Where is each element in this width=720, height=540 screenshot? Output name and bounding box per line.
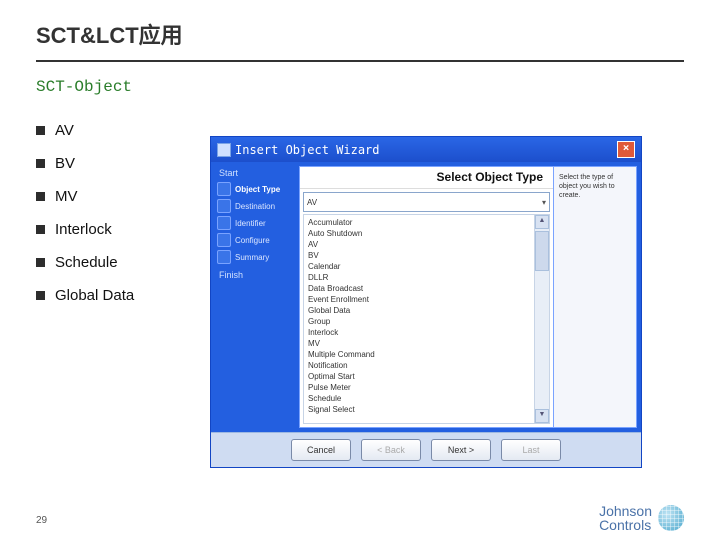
- object-type-list[interactable]: Accumulator Auto Shutdown AV BV Calendar…: [304, 215, 534, 423]
- list-item[interactable]: Multiple Command: [304, 349, 534, 360]
- wizard-step[interactable]: Object Type: [217, 182, 299, 196]
- wizard-steps: Start Object Type Destination Identifier…: [211, 162, 299, 432]
- step-icon: [217, 199, 231, 213]
- select-value: AV: [307, 198, 317, 207]
- dialog-caption: Insert Object Wizard: [235, 143, 380, 157]
- wizard-step[interactable]: Summary: [217, 250, 299, 264]
- cancel-button[interactable]: Cancel: [291, 439, 351, 461]
- step-finish-label: Finish: [219, 270, 299, 280]
- wizard-step[interactable]: Destination: [217, 199, 299, 213]
- wizard-step[interactable]: Identifier: [217, 216, 299, 230]
- step-icon: [217, 182, 231, 196]
- scrollbar[interactable]: ▲ ▼: [534, 215, 549, 423]
- dialog-titlebar[interactable]: Insert Object Wizard ×: [211, 137, 641, 162]
- chevron-down-icon: ▾: [542, 198, 546, 207]
- list-item[interactable]: Accumulator: [304, 217, 534, 228]
- list-item[interactable]: Global Data: [304, 305, 534, 316]
- list-item[interactable]: Calendar: [304, 261, 534, 272]
- step-start-label: Start: [219, 168, 299, 178]
- bullet-icon: [36, 159, 45, 168]
- list-item[interactable]: MV: [304, 338, 534, 349]
- bullet-icon: [36, 126, 45, 135]
- back-button[interactable]: < Back: [361, 439, 421, 461]
- insert-object-wizard-dialog: Insert Object Wizard × Start Object Type…: [210, 136, 642, 468]
- list-item[interactable]: Optimal Start: [304, 371, 534, 382]
- scroll-up-icon[interactable]: ▲: [535, 215, 549, 229]
- dialog-buttons: Cancel < Back Next > Last: [211, 432, 641, 467]
- list-item[interactable]: Event Enrollment: [304, 294, 534, 305]
- list-item[interactable]: Signal Select: [304, 404, 534, 415]
- list-item[interactable]: Pulse Meter: [304, 382, 534, 393]
- section-subtitle: SCT-Object: [0, 62, 720, 100]
- help-text: Select the type of object you wish to cr…: [554, 166, 637, 428]
- page-number: 29: [36, 515, 47, 526]
- scroll-down-icon[interactable]: ▼: [535, 409, 549, 423]
- bullet-icon: [36, 258, 45, 267]
- step-icon: [217, 250, 231, 264]
- brand-logo: JohnsonControls: [599, 504, 684, 532]
- page-title: SCT&LCT应用: [0, 0, 720, 60]
- dialog-header: Select Object Type: [300, 167, 553, 189]
- list-item[interactable]: BV: [304, 250, 534, 261]
- last-button[interactable]: Last: [501, 439, 561, 461]
- list-item[interactable]: Auto Shutdown: [304, 228, 534, 239]
- scroll-thumb[interactable]: [535, 231, 549, 271]
- list-item[interactable]: Interlock: [304, 327, 534, 338]
- list-item[interactable]: Group: [304, 316, 534, 327]
- object-type-select[interactable]: AV ▾: [303, 192, 550, 212]
- list-item[interactable]: Schedule: [304, 393, 534, 404]
- step-icon: [217, 233, 231, 247]
- next-button[interactable]: Next >: [431, 439, 491, 461]
- list-item[interactable]: AV: [304, 239, 534, 250]
- list-item[interactable]: Notification: [304, 360, 534, 371]
- bullet-icon: [36, 291, 45, 300]
- wizard-step[interactable]: Configure: [217, 233, 299, 247]
- bullet-icon: [36, 225, 45, 234]
- bullet-icon: [36, 192, 45, 201]
- close-button[interactable]: ×: [617, 141, 635, 158]
- list-item[interactable]: DLLR: [304, 272, 534, 283]
- app-icon: [217, 143, 231, 157]
- list-item[interactable]: Data Broadcast: [304, 283, 534, 294]
- globe-icon: [658, 505, 684, 531]
- step-icon: [217, 216, 231, 230]
